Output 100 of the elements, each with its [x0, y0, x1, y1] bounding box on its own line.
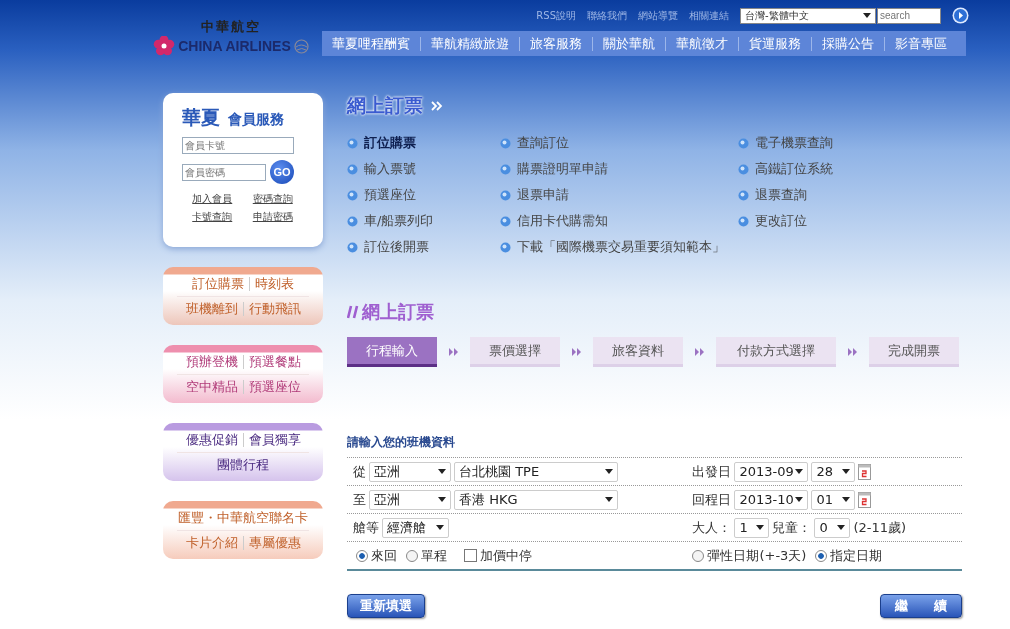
go-arrow-icon[interactable]	[952, 7, 969, 24]
month-select[interactable]: 2013-10	[734, 489, 809, 510]
step-arrow-icon	[572, 348, 582, 356]
day-select[interactable]: 01	[811, 489, 856, 510]
side-menu-link[interactable]: 空中精品	[180, 379, 243, 394]
nav-item[interactable]: 貨運服務	[738, 36, 811, 51]
booking-link[interactable]: 更改訂位	[738, 208, 962, 234]
booking-link[interactable]: 退票查詢	[738, 182, 962, 208]
side-menu-link[interactable]: 時刻表	[249, 276, 299, 291]
step-arrow-icon	[695, 348, 705, 356]
bullet-icon	[347, 137, 358, 149]
bullet-icon	[738, 137, 749, 149]
radio-button[interactable]	[356, 549, 368, 562]
field-label: 艙等	[353, 518, 379, 537]
side-menu-link[interactable]: 團體行程	[212, 457, 274, 472]
radio-label: 來回	[371, 546, 397, 565]
nav-item[interactable]: 採購公告	[811, 36, 884, 51]
region-select[interactable]: 亞洲	[369, 489, 451, 510]
radio-button[interactable]	[406, 549, 418, 562]
step-tab[interactable]: 票價選擇	[470, 337, 560, 367]
caret-icon	[842, 497, 851, 502]
side-menu-link[interactable]: 匯豐・中華航空聯名卡	[173, 510, 313, 525]
password-field[interactable]: 會員密碼	[182, 163, 266, 181]
nav-item[interactable]: 華夏哩程酬賓	[322, 36, 420, 51]
caret-icon	[795, 469, 804, 474]
side-menu-link[interactable]: 行動飛訊	[242, 301, 306, 316]
member-link[interactable]: 加入會員	[192, 192, 233, 206]
nav-item[interactable]: 關於華航	[592, 36, 665, 51]
booking-link[interactable]: 訂位後開票	[347, 234, 500, 260]
top-link[interactable]: RSS說明	[536, 8, 576, 23]
top-link[interactable]: 相關連結	[689, 8, 729, 23]
radio-label: 指定日期	[830, 546, 883, 565]
cabin-select[interactable]: 經濟艙	[382, 517, 449, 538]
booking-link[interactable]: 車/船票列印	[347, 208, 500, 234]
adults-select[interactable]: 1	[734, 517, 770, 538]
children-select[interactable]: 0	[814, 517, 851, 538]
language-select[interactable]: 台灣-繁體中文	[740, 7, 876, 24]
double-chevron-icon	[431, 101, 443, 111]
booking-link[interactable]: 購票證明單申請	[500, 156, 738, 182]
go-button[interactable]: GO	[270, 160, 294, 184]
caret-icon	[863, 13, 871, 18]
radio-label: 單程	[421, 546, 447, 565]
nav-item[interactable]: 華航徵才	[665, 36, 738, 51]
booking-link[interactable]: 訂位購票	[347, 130, 500, 156]
side-menu-link[interactable]: 優惠促銷	[180, 432, 243, 447]
checkbox[interactable]	[464, 549, 477, 562]
side-menu-link[interactable]: 會員獨享	[242, 432, 306, 447]
caret-icon	[795, 497, 804, 502]
region-select[interactable]: 亞洲	[369, 461, 451, 482]
calendar-icon[interactable]	[858, 491, 872, 508]
booking-link[interactable]: 查詢訂位	[500, 130, 738, 156]
nav-item[interactable]: 華航精緻旅遊	[420, 36, 519, 51]
caret-icon	[436, 525, 444, 530]
side-menu-link[interactable]: 預選座位	[242, 379, 306, 394]
month-select[interactable]: 2013-09	[734, 461, 809, 482]
side-menu-link[interactable]: 預選餐點	[242, 354, 306, 369]
booking-link[interactable]: 退票申請	[500, 182, 738, 208]
side-menu-link[interactable]: 訂位購票	[187, 276, 249, 291]
alliance-globe-icon	[293, 38, 309, 54]
top-link[interactable]: 網站導覽	[638, 8, 678, 23]
side-menu-link[interactable]: 班機離到	[180, 301, 243, 316]
booking-link[interactable]: 輸入票號	[347, 156, 500, 182]
bullet-icon	[500, 189, 511, 201]
age-note: (2-11歲)	[853, 518, 907, 537]
bullet-icon	[347, 189, 358, 201]
city-select[interactable]: 台北桃園 TPE	[454, 461, 618, 482]
step-tab[interactable]: 旅客資料	[593, 337, 683, 367]
step-tab[interactable]: 完成開票	[869, 337, 959, 367]
search-field[interactable]: search	[877, 7, 941, 24]
radio-button[interactable]	[815, 549, 828, 562]
side-menu-link[interactable]: 預辦登機	[180, 354, 243, 369]
member-link[interactable]: 申請密碼	[252, 210, 293, 224]
online-booking-title: 網上訂票	[347, 93, 423, 118]
reset-button[interactable]: 重新填選	[347, 594, 425, 618]
caret-icon	[837, 525, 846, 530]
side-menu-link[interactable]: 專屬優惠	[242, 535, 306, 550]
caret-icon	[605, 497, 613, 502]
city-select[interactable]: 香港 HKG	[454, 489, 618, 510]
section-title: 請輸入您的班機資料	[347, 434, 456, 451]
booking-link[interactable]: 預選座位	[347, 182, 500, 208]
top-link[interactable]: 聯絡我們	[587, 8, 627, 23]
bullet-icon	[500, 241, 511, 253]
step-tab[interactable]: 行程輸入	[347, 337, 437, 367]
step-tab[interactable]: 付款方式選擇	[716, 337, 836, 367]
booking-link[interactable]: 高鐵訂位系統	[738, 156, 962, 182]
booking-link[interactable]: 電子機票查詢	[738, 130, 962, 156]
member-link[interactable]: 卡號查詢	[192, 210, 233, 224]
caret-icon	[756, 525, 765, 530]
nav-item[interactable]: 旅客服務	[519, 36, 592, 51]
side-menu-link[interactable]: 卡片介紹	[180, 535, 243, 550]
card-number-field[interactable]: 會員卡號	[182, 137, 294, 154]
field-label: 大人：	[692, 518, 732, 537]
member-link[interactable]: 密碼查詢	[252, 192, 293, 206]
radio-button[interactable]	[692, 549, 705, 562]
booking-link[interactable]: 下載「國際機票交易重要須知範本」	[500, 234, 738, 260]
calendar-icon[interactable]	[858, 463, 872, 480]
booking-link[interactable]: 信用卡代購需知	[500, 208, 738, 234]
nav-item[interactable]: 影音專區	[884, 36, 957, 51]
continue-button[interactable]: 繼 續	[880, 594, 962, 618]
day-select[interactable]: 28	[811, 461, 856, 482]
